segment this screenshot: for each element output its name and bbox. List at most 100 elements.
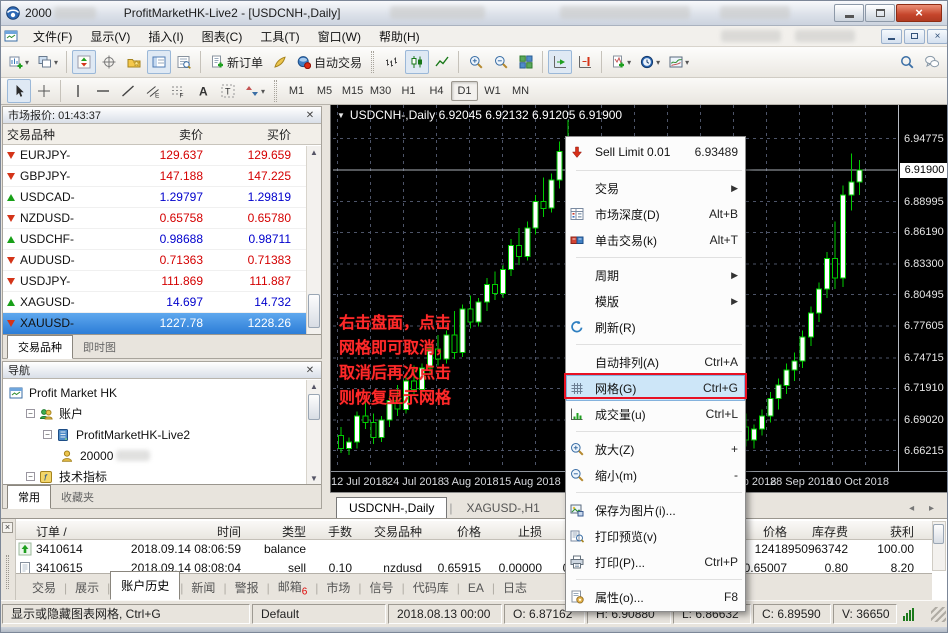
navigator-tab-收藏夹[interactable]: 收藏夹	[51, 486, 104, 508]
window-restore-button[interactable]	[865, 4, 895, 22]
text-button[interactable]: A	[191, 79, 215, 103]
market-watch-row[interactable]: USDCAD-1.297971.29819	[3, 187, 321, 208]
arrows-button[interactable]: ▾	[241, 79, 269, 103]
chevron-down-icon[interactable]: ▾	[685, 58, 689, 67]
terminal-tab-交易[interactable]: 交易	[24, 576, 64, 599]
column-header-1[interactable]: 交易品种	[3, 126, 111, 143]
indicators-button[interactable]: ▾	[607, 50, 635, 74]
terminal-column-2[interactable]: 时间	[116, 523, 241, 540]
close-icon[interactable]: ×	[2, 522, 13, 533]
crosshair-button[interactable]	[97, 50, 121, 74]
context-menu-item-grid[interactable]: 网格(G)Ctrl+G	[566, 375, 745, 401]
chart-tab-XAGUSD-,H1[interactable]: XAGUSD-,H1	[454, 498, 551, 518]
market-watch-row[interactable]: XAGUSD-14.69714.732	[3, 292, 321, 313]
new-chart-button[interactable]: ▾	[5, 50, 33, 74]
terminal-tab-信号[interactable]: 信号	[362, 576, 402, 599]
scrollbar-thumb[interactable]	[308, 294, 320, 328]
chat-button[interactable]	[920, 50, 944, 74]
line-chart-button[interactable]	[430, 50, 454, 74]
resize-grip[interactable]	[931, 607, 946, 622]
terminal-tab-警报[interactable]: 警报	[227, 576, 267, 599]
collapse-icon[interactable]: −	[43, 430, 52, 439]
collapse-icon[interactable]: −	[26, 472, 35, 481]
menu-窗口[interactable]: 窗口(W)	[309, 28, 370, 46]
drag-handle[interactable]	[6, 555, 9, 589]
tree-item-账户[interactable]: −账户	[9, 403, 321, 424]
tree-item-20000[interactable]: 20000	[9, 445, 321, 466]
menu-文件[interactable]: 文件(F)	[24, 28, 81, 46]
toolbar-grip[interactable]	[274, 80, 277, 102]
terminal-tab-EA[interactable]: EA	[460, 578, 492, 598]
timeframe-M30-button[interactable]: M30	[367, 81, 394, 101]
tree-item-ProfitMarketHK-Live2[interactable]: −ProfitMarketHK-Live2	[9, 424, 321, 445]
candlestick-chart-button[interactable]	[405, 50, 429, 74]
chevron-down-icon[interactable]: ▾	[656, 58, 660, 67]
context-menu-item-print-preview[interactable]: 打印预览(v)	[566, 523, 745, 549]
timeframe-D1-button[interactable]: D1	[451, 81, 478, 101]
new-order-button[interactable]: 新订单	[206, 50, 267, 74]
context-menu-item-zoom-in[interactable]: 放大(Z)+	[566, 436, 745, 462]
terminal-column-11[interactable]: 获利	[852, 523, 914, 540]
trendline-button[interactable]	[116, 79, 140, 103]
terminal-scrollbar[interactable]	[932, 521, 946, 571]
market-watch-row[interactable]: XAUUSD-1227.781228.26	[3, 313, 321, 334]
chart-tab-scroll-arrows[interactable]: ◂ ▸	[909, 503, 940, 514]
menu-工具[interactable]: 工具(T)	[251, 28, 308, 46]
market-watch-row[interactable]: GBPJPY-147.188147.225	[3, 166, 321, 187]
tile-windows-button[interactable]	[514, 50, 538, 74]
context-menu-item-templates[interactable]: 模版▶	[566, 288, 745, 314]
market-watch-row[interactable]: AUDUSD-0.713630.71383	[3, 250, 321, 271]
terminal-row[interactable]: 34106142018.09.14 08:06:59balance100.001…	[16, 540, 932, 559]
scrollbar-thumb[interactable]	[308, 394, 320, 420]
cursor-button[interactable]	[7, 79, 31, 103]
terminal-column-4[interactable]: 手数	[310, 523, 352, 540]
scrollbar-thumb[interactable]	[933, 524, 944, 544]
scroll-up-icon[interactable]: ▲	[307, 146, 321, 159]
tree-item-Profit Market HK[interactable]: Profit Market HK	[9, 382, 321, 403]
mdi-restore-button[interactable]	[904, 29, 925, 44]
timeframe-W1-button[interactable]: W1	[479, 81, 506, 101]
context-menu-item-sell-limit[interactable]: Sell Limit 0.016.93489	[566, 138, 745, 166]
horizontal-line-button[interactable]	[91, 79, 115, 103]
terminal-column-7[interactable]: 止损	[484, 523, 542, 540]
menu-插入[interactable]: 插入(I)	[139, 28, 192, 46]
autotrading-button[interactable]: 自动交易	[293, 50, 366, 74]
navigator-tab-常用[interactable]: 常用	[7, 485, 51, 509]
auto-scroll-button[interactable]	[548, 50, 572, 74]
market-watch-tab-交易品种[interactable]: 交易品种	[7, 335, 73, 359]
menu-帮助[interactable]: 帮助(H)	[370, 28, 429, 46]
market-watch-row[interactable]: NZDUSD-0.657580.65780	[3, 208, 321, 229]
terminal-tab-展示[interactable]: 展示	[67, 576, 107, 599]
zoom-out-button[interactable]	[489, 50, 513, 74]
timeframe-M1-button[interactable]: M1	[283, 81, 310, 101]
chevron-down-icon[interactable]: ▾	[627, 58, 631, 67]
vertical-line-button[interactable]	[66, 79, 90, 103]
zoom-in-button[interactable]	[464, 50, 488, 74]
chart-tab-USDCNH-,Daily[interactable]: USDCNH-,Daily	[336, 497, 447, 519]
chevron-down-icon[interactable]: ▼	[337, 111, 345, 120]
context-menu-item-timeframes[interactable]: 周期▶	[566, 262, 745, 288]
market-watch-scrollbar[interactable]: ▲	[306, 146, 321, 336]
terminal-tab-代码库[interactable]: 代码库	[405, 576, 457, 599]
fibonacci-button[interactable]: F	[166, 79, 190, 103]
timeframe-M5-button[interactable]: M5	[311, 81, 338, 101]
context-menu-item-save-as-picture[interactable]: 保存为图片(i)...	[566, 497, 745, 523]
equidistant-channel-button[interactable]: E	[141, 79, 165, 103]
context-menu-item-one-click-trading[interactable]: 单击交易(k)Alt+T	[566, 227, 745, 253]
templates-button[interactable]: ▾	[665, 50, 693, 74]
close-icon[interactable]: ✕	[304, 365, 316, 376]
terminal-column-6[interactable]: 价格	[426, 523, 481, 540]
bar-chart-button[interactable]	[380, 50, 404, 74]
context-menu-item-print[interactable]: 打印(P)...Ctrl+P	[566, 549, 745, 575]
context-menu-item-refresh[interactable]: 刷新(R)	[566, 314, 745, 340]
context-menu-item-auto-arrange[interactable]: 自动排列(A)Ctrl+A	[566, 349, 745, 375]
data-window-button[interactable]	[172, 50, 196, 74]
text-label-button[interactable]: T	[216, 79, 240, 103]
menu-显示[interactable]: 显示(V)	[81, 28, 139, 46]
context-menu-item-volumes[interactable]: 成交量(u)Ctrl+L	[566, 401, 745, 427]
context-menu-item-zoom-out[interactable]: 缩小(m)-	[566, 462, 745, 488]
window-close-button[interactable]: ×	[896, 4, 942, 22]
column-header-2[interactable]: 卖价	[111, 126, 211, 143]
terminal-column-5[interactable]: 交易品种	[356, 523, 422, 540]
terminal-tab-新闻[interactable]: 新闻	[183, 576, 223, 599]
